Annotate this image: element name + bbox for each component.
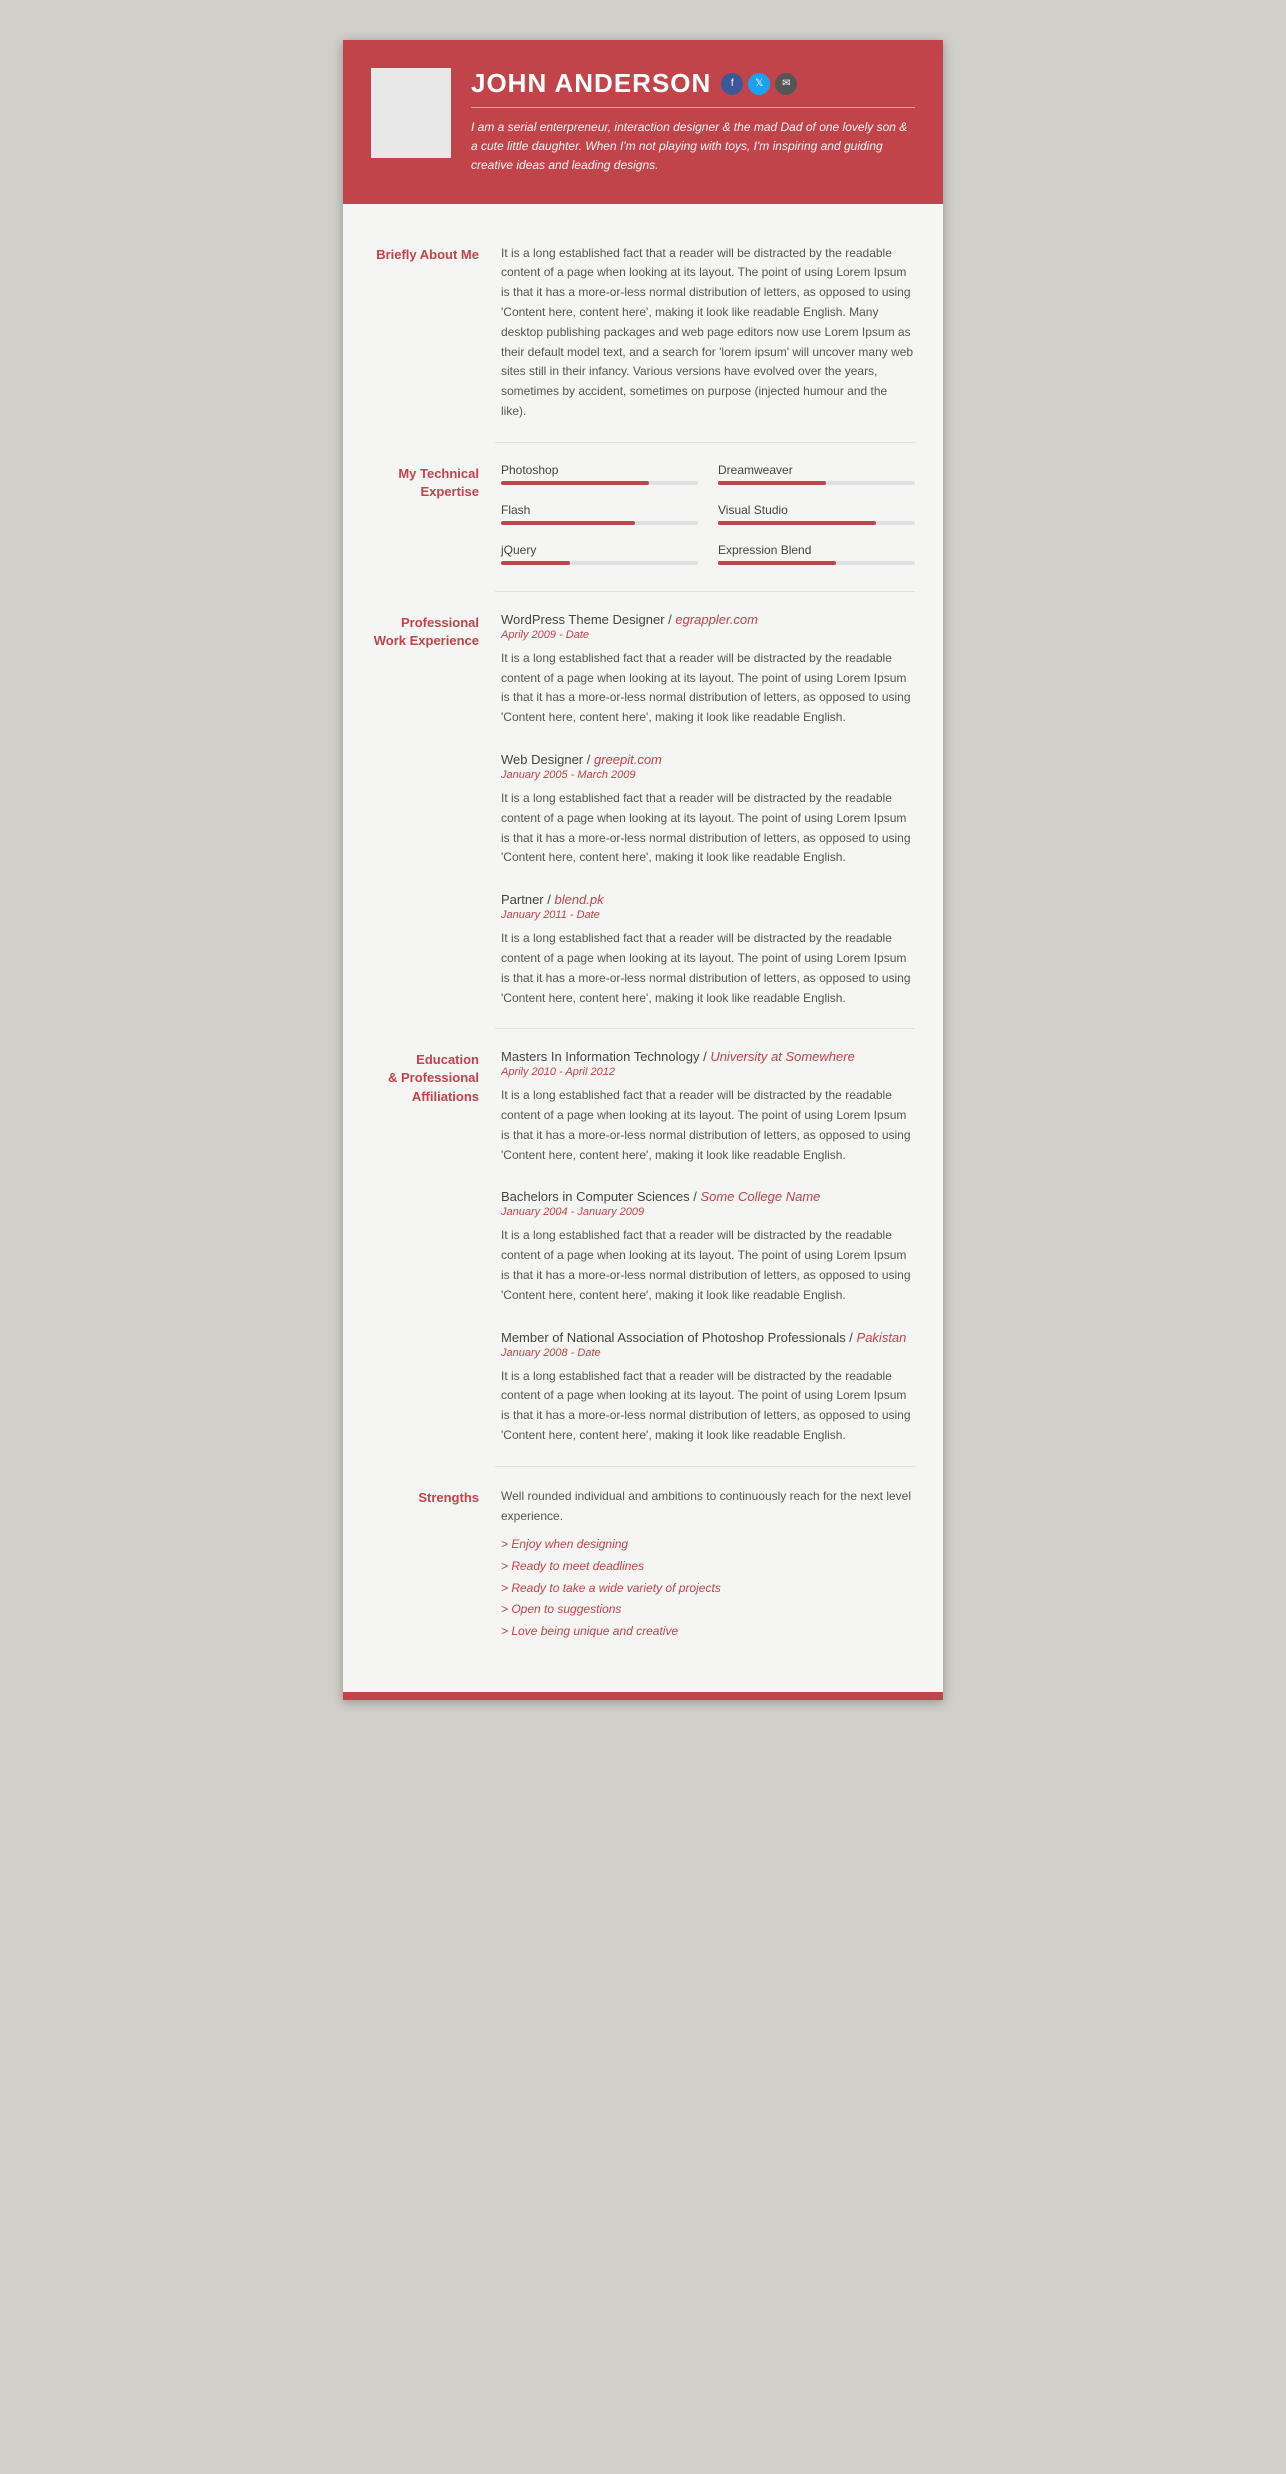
strength-item: Ready to meet deadlines — [501, 1556, 915, 1578]
experience-label: Professional Work Experience — [371, 612, 501, 1009]
strengths-section: Strengths Well rounded individual and am… — [343, 1467, 943, 1663]
work-description: It is a long established fact that a rea… — [501, 929, 915, 1008]
work-dates: January 2011 - Date — [501, 909, 915, 921]
about-content: It is a long established fact that a rea… — [501, 244, 915, 422]
skill-bar-bg — [718, 481, 915, 485]
work-company: greepit.com — [594, 752, 662, 767]
skills-label: My Technical Expertise — [371, 463, 501, 571]
skills-grid: Photoshop Dreamweaver Flash Visual Studi… — [501, 463, 915, 571]
work-company: blend.pk — [554, 892, 603, 907]
strengths-list: Enjoy when designingReady to meet deadli… — [501, 1534, 915, 1642]
skill-bar — [501, 521, 635, 525]
education-label: Education & Professional Affiliations — [371, 1049, 501, 1446]
strength-item: Open to suggestions — [501, 1599, 915, 1621]
main-content: Briefly About Me It is a long establishe… — [343, 204, 943, 1683]
skill-name: Dreamweaver — [718, 463, 915, 477]
facebook-icon[interactable]: f — [721, 73, 743, 95]
work-title: WordPress Theme Designer / egrappler.com — [501, 612, 915, 627]
education-content: Masters In Information Technology / Univ… — [501, 1049, 915, 1446]
email-icon[interactable]: ✉ — [775, 73, 797, 95]
work-title: Partner / blend.pk — [501, 892, 915, 907]
strength-item: Ready to take a wide variety of projects — [501, 1578, 915, 1600]
candidate-name: JOHN ANDERSON — [471, 68, 711, 99]
strengths-intro: Well rounded individual and ambitions to… — [501, 1487, 915, 1527]
skill-bar — [501, 481, 649, 485]
social-icons: f 𝕏 ✉ — [721, 73, 797, 95]
skill-name: Photoshop — [501, 463, 698, 477]
work-item: Partner / blend.pk January 2011 - Date I… — [501, 892, 915, 1008]
edu-description: It is a long established fact that a rea… — [501, 1226, 915, 1305]
work-description: It is a long established fact that a rea… — [501, 649, 915, 728]
about-label: Briefly About Me — [371, 244, 501, 422]
edu-dates: January 2004 - January 2009 — [501, 1206, 915, 1218]
edu-dates: Aprily 2010 - April 2012 — [501, 1066, 915, 1078]
strengths-content: Well rounded individual and ambitions to… — [501, 1487, 915, 1643]
skill-item: jQuery — [501, 543, 698, 565]
skill-item: Visual Studio — [718, 503, 915, 525]
skill-bar — [501, 561, 570, 565]
edu-title: Masters In Information Technology / Univ… — [501, 1049, 915, 1064]
work-dates: January 2005 - March 2009 — [501, 769, 915, 781]
experience-section: Professional Work Experience WordPress T… — [343, 592, 943, 1029]
skill-bar — [718, 521, 876, 525]
skill-item: Dreamweaver — [718, 463, 915, 485]
edu-company: Pakistan — [857, 1330, 907, 1345]
skill-bar-bg — [718, 521, 915, 525]
strength-item: Enjoy when designing — [501, 1534, 915, 1556]
header-tagline: I am a serial enterpreneur, interaction … — [471, 118, 915, 176]
about-text: It is a long established fact that a rea… — [501, 244, 915, 422]
resume-container: JOHN ANDERSON f 𝕏 ✉ I am a serial enterp… — [343, 40, 943, 1700]
skill-name: Visual Studio — [718, 503, 915, 517]
work-company: egrappler.com — [675, 612, 758, 627]
edu-description: It is a long established fact that a rea… — [501, 1086, 915, 1165]
work-item: WordPress Theme Designer / egrappler.com… — [501, 612, 915, 728]
work-dates: Aprily 2009 - Date — [501, 629, 915, 641]
skill-bar-bg — [718, 561, 915, 565]
edu-dates: January 2008 - Date — [501, 1347, 915, 1359]
header-name-row: JOHN ANDERSON f 𝕏 ✉ — [471, 68, 915, 108]
skill-bar — [718, 561, 836, 565]
skill-item: Flash — [501, 503, 698, 525]
skill-bar-bg — [501, 481, 698, 485]
education-item: Member of National Association of Photos… — [501, 1330, 915, 1446]
strength-item: Love being unique and creative — [501, 1621, 915, 1643]
skills-section: My Technical Expertise Photoshop Dreamwe… — [343, 443, 943, 591]
work-description: It is a long established fact that a rea… — [501, 789, 915, 868]
skill-name: Flash — [501, 503, 698, 517]
edu-description: It is a long established fact that a rea… — [501, 1367, 915, 1446]
skill-item: Expression Blend — [718, 543, 915, 565]
experience-content: WordPress Theme Designer / egrappler.com… — [501, 612, 915, 1009]
skill-name: jQuery — [501, 543, 698, 557]
skills-content: Photoshop Dreamweaver Flash Visual Studi… — [501, 463, 915, 571]
work-item: Web Designer / greepit.com January 2005 … — [501, 752, 915, 868]
education-item: Bachelors in Computer Sciences / Some Co… — [501, 1189, 915, 1305]
twitter-icon[interactable]: 𝕏 — [748, 73, 770, 95]
education-section: Education & Professional Affiliations Ma… — [343, 1029, 943, 1466]
work-title: Web Designer / greepit.com — [501, 752, 915, 767]
bottom-bar — [343, 1692, 943, 1700]
header: JOHN ANDERSON f 𝕏 ✉ I am a serial enterp… — [343, 40, 943, 204]
strengths-label: Strengths — [371, 1487, 501, 1643]
profile-photo — [371, 68, 451, 158]
skill-item: Photoshop — [501, 463, 698, 485]
edu-title: Bachelors in Computer Sciences / Some Co… — [501, 1189, 915, 1204]
skill-bar-bg — [501, 561, 698, 565]
edu-title: Member of National Association of Photos… — [501, 1330, 915, 1345]
skill-bar — [718, 481, 826, 485]
skill-name: Expression Blend — [718, 543, 915, 557]
edu-company: University at Somewhere — [710, 1049, 855, 1064]
education-item: Masters In Information Technology / Univ… — [501, 1049, 915, 1165]
header-info: JOHN ANDERSON f 𝕏 ✉ I am a serial enterp… — [471, 68, 915, 176]
about-section: Briefly About Me It is a long establishe… — [343, 224, 943, 442]
edu-company: Some College Name — [700, 1189, 820, 1204]
skill-bar-bg — [501, 521, 698, 525]
